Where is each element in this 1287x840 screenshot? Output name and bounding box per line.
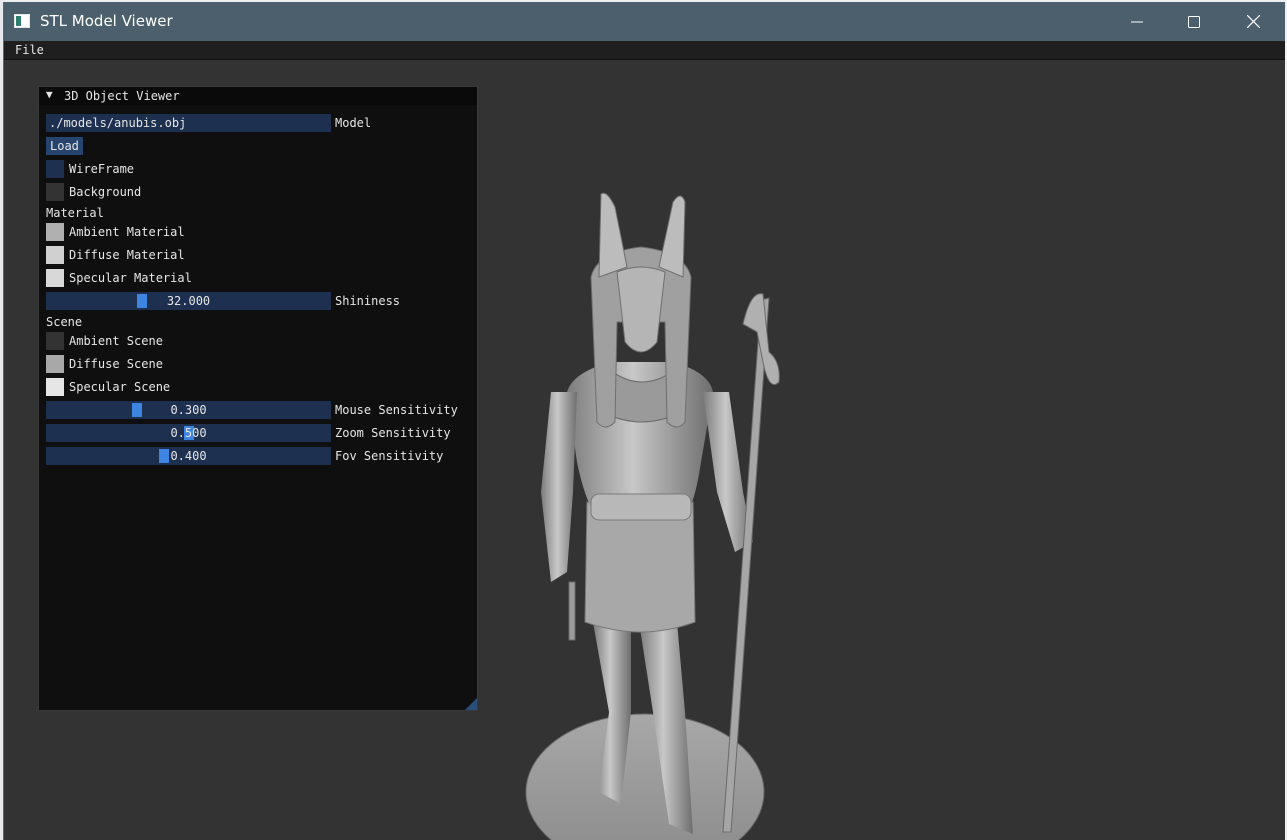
mouse-sensitivity-label: Mouse Sensitivity: [335, 403, 458, 417]
ambient-scene-swatch[interactable]: [46, 332, 64, 350]
zoom-sensitivity-value: 0.500: [170, 426, 207, 440]
close-icon: [1246, 15, 1260, 28]
diffuse-scene-swatch[interactable]: [46, 355, 64, 373]
model-label: Model: [335, 116, 372, 130]
zoom-sensitivity-label: Zoom Sensitivity: [335, 426, 451, 440]
app-window: STL Model Viewer File ▼ 3D Object Viewer…: [3, 2, 1285, 840]
fov-sensitivity-label: Fov Sensitivity: [335, 449, 444, 463]
fov-sensitivity-slider[interactable]: 0.400: [46, 447, 331, 465]
minimize-button[interactable]: [1108, 2, 1166, 41]
wireframe-label: WireFrame: [69, 162, 135, 176]
collapse-arrow-icon[interactable]: ▼: [46, 88, 53, 101]
mouse-sensitivity-value: 0.300: [170, 403, 207, 417]
ambient-scene-label: Ambient Scene: [69, 334, 163, 348]
window-title: STL Model Viewer: [40, 12, 173, 30]
panel-resize-grip[interactable]: [465, 698, 477, 710]
shininess-slider[interactable]: 32.000: [46, 292, 331, 310]
app-icon: [14, 14, 30, 28]
shininess-value: 32.000: [166, 294, 211, 308]
panel-title: 3D Object Viewer: [64, 89, 180, 103]
mouse-sensitivity-slider[interactable]: 0.300: [46, 401, 331, 419]
load-button[interactable]: Load: [46, 137, 83, 155]
minimize-icon: [1131, 21, 1143, 22]
diffuse-material-swatch[interactable]: [46, 246, 64, 264]
specular-scene-swatch[interactable]: [46, 378, 64, 396]
background-color-swatch[interactable]: [46, 183, 64, 201]
ambient-material-swatch[interactable]: [46, 223, 64, 241]
background-label: Background: [69, 185, 142, 199]
specular-scene-label: Specular Scene: [69, 380, 171, 394]
fov-sensitivity-value: 0.400: [170, 449, 207, 463]
3d-viewport[interactable]: [481, 62, 1285, 840]
specular-material-swatch[interactable]: [46, 269, 64, 287]
diffuse-material-label: Diffuse Material: [69, 248, 185, 262]
wireframe-checkbox[interactable]: [46, 160, 64, 178]
specular-material-label: Specular Material: [69, 271, 192, 285]
diffuse-scene-label: Diffuse Scene: [69, 357, 163, 371]
ambient-material-label: Ambient Material: [69, 225, 185, 239]
menu-file[interactable]: File: [15, 43, 44, 57]
title-bar[interactable]: STL Model Viewer: [4, 2, 1285, 41]
menu-bar: File: [4, 41, 1285, 60]
model-path-input[interactable]: ./models/anubis.obj: [46, 114, 331, 132]
maximize-icon: [1188, 15, 1200, 28]
object-viewer-panel: ▼ 3D Object Viewer ./models/anubis.obj M…: [38, 86, 478, 711]
maximize-button[interactable]: [1165, 2, 1223, 41]
close-button[interactable]: [1224, 2, 1282, 41]
scene-section-header: Scene: [46, 315, 83, 329]
material-section-header: Material: [46, 206, 104, 220]
anubis-model: [525, 192, 780, 840]
panel-header[interactable]: ▼ 3D Object Viewer: [39, 87, 477, 105]
zoom-sensitivity-slider[interactable]: 0.500: [46, 424, 331, 442]
shininess-label: Shininess: [335, 294, 401, 308]
